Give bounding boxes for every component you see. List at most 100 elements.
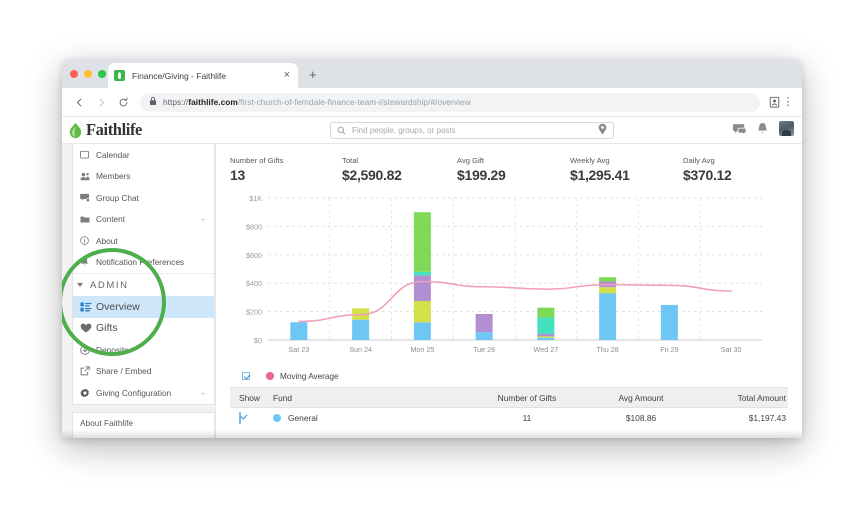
chart-canvas: $0 $200 $400 $600 $800 $1K Sat 23 Sun 24 Mon 25 T…: [246, 194, 762, 354]
sidebar-item-about[interactable]: About: [73, 230, 214, 252]
url-domain: faithlife.com: [188, 97, 238, 107]
row-number-of-gifts: 11: [522, 413, 532, 423]
search-input[interactable]: Find people, groups, or posts: [352, 126, 598, 135]
sidebar-item-label: Content: [96, 214, 126, 225]
admin-heading-label: ADMIN: [90, 279, 129, 291]
triangle-down-icon: [77, 283, 83, 287]
members-icon: [80, 172, 93, 181]
lock-icon: [149, 93, 157, 111]
favicon-icon: [114, 70, 125, 81]
browser-toolbar: https://faithlife.com/first-church-of-fe…: [62, 88, 802, 117]
chevron-down-icon[interactable]: ⌄: [200, 388, 206, 396]
page-body: Calendar Members Group Chat Content ⌄ Ab…: [62, 144, 802, 438]
tab-title: Finance/Giving - Faithlife: [132, 70, 227, 81]
sidebar: Calendar Members Group Chat Content ⌄ Ab…: [62, 144, 215, 438]
messages-icon[interactable]: [733, 123, 746, 135]
moving-average-checkbox[interactable]: [242, 372, 250, 380]
sidebar-item-notification-preferences[interactable]: Notification Preferences: [73, 252, 214, 274]
browser-window: Finance/Giving - Faithlife × + https://f…: [62, 59, 802, 438]
window-bottom-edge: [62, 431, 802, 438]
deposit-icon: [80, 344, 93, 355]
stat-value: $2,590.82: [342, 167, 402, 183]
header-actions: [733, 121, 794, 136]
svg-text:$200: $200: [246, 308, 262, 317]
sidebar-item-content[interactable]: Content ⌄: [73, 209, 214, 231]
browser-tab[interactable]: Finance/Giving - Faithlife ×: [108, 63, 298, 88]
profile-icon[interactable]: [766, 94, 782, 110]
location-pin-icon[interactable]: [598, 122, 607, 140]
global-search-box[interactable]: Find people, groups, or posts: [330, 122, 614, 139]
url-path: /first-church-of-ferndale-finance-team-i…: [237, 97, 471, 107]
back-icon[interactable]: [70, 93, 88, 111]
sidebar-item-giving-configuration[interactable]: Giving Configuration ⌄: [73, 382, 214, 404]
close-window-button[interactable]: [70, 70, 78, 78]
admin-section-header[interactable]: ADMIN: [73, 273, 214, 296]
row-show-checkbox[interactable]: [239, 412, 241, 424]
sidebar-item-deposits[interactable]: Deposits: [73, 339, 214, 361]
bell-icon: [80, 257, 93, 267]
forward-icon[interactable]: [92, 93, 110, 111]
sidebar-item-share-embed[interactable]: Share / Embed: [73, 361, 214, 383]
app-header: Faithlife Find people, groups, or posts: [62, 117, 802, 144]
svg-text:Tue 26: Tue 26: [473, 345, 495, 354]
browser-menu-icon[interactable]: ⋮: [782, 94, 794, 110]
sidebar-item-label: Calendar: [96, 149, 130, 160]
stat-label: Avg Gift: [457, 156, 485, 165]
stat-number-of-gifts: Number of Gifts 13: [230, 156, 342, 190]
svg-text:Sat 23: Sat 23: [288, 345, 309, 354]
stat-label: Number of Gifts: [230, 156, 284, 165]
stat-avg-gift: Avg Gift $199.29: [457, 156, 570, 190]
faithlife-logo[interactable]: Faithlife: [68, 120, 208, 140]
sidebar-item-group-chat[interactable]: Group Chat: [73, 187, 214, 209]
stat-value: 13: [230, 167, 245, 183]
table-row[interactable]: General 11 $108.86 $1,197.43: [230, 408, 788, 428]
flame-logo-icon: [69, 122, 82, 138]
chevron-down-icon[interactable]: ⌄: [200, 215, 206, 223]
web-page: Faithlife Find people, groups, or posts: [62, 117, 802, 438]
stat-label: Total: [342, 156, 359, 165]
row-avg-amount: $108.86: [625, 413, 657, 423]
new-tab-button[interactable]: +: [309, 68, 317, 81]
svg-text:Fri 29: Fri 29: [660, 345, 678, 354]
stat-daily-avg: Daily Avg $370.12: [683, 156, 783, 190]
stat-value: $1,295.41: [570, 167, 630, 183]
sidebar-item-label: Overview: [96, 300, 140, 313]
maximize-window-button[interactable]: [98, 70, 106, 78]
giving-chart[interactable]: $0 $200 $400 $600 $800 $1K Sat 23 Sun 24 Mon 25 T…: [230, 190, 788, 365]
svg-text:$600: $600: [246, 251, 262, 260]
browser-tab-strip: Finance/Giving - Faithlife × +: [62, 59, 802, 88]
svg-text:Wed 27: Wed 27: [534, 345, 559, 354]
main-content: Number of Gifts 13 Total $2,590.82 Avg G…: [215, 144, 802, 438]
sidebar-item-label: Members: [96, 171, 131, 182]
sidebar-item-gifts[interactable]: Gifts: [73, 318, 214, 340]
stat-label: Daily Avg: [683, 156, 715, 165]
close-tab-icon[interactable]: ×: [282, 70, 292, 81]
svg-text:Sat 30: Sat 30: [721, 345, 742, 354]
fund-name: General: [288, 413, 318, 423]
stat-value: $370.12: [683, 167, 732, 183]
fund-table: Show Fund Number of Gifts Avg Amount Tot…: [230, 387, 788, 428]
brand-name: Faithlife: [86, 120, 142, 139]
column-header-show: Show: [239, 392, 260, 403]
gear-icon: [80, 388, 93, 398]
avatar[interactable]: [779, 121, 794, 136]
sidebar-item-calendar[interactable]: Calendar: [73, 144, 214, 166]
list-icon: [80, 302, 93, 312]
sidebar-item-members[interactable]: Members: [73, 166, 214, 188]
folder-icon: [80, 215, 93, 224]
search-icon: [337, 122, 346, 140]
svg-text:Mon 25: Mon 25: [410, 345, 434, 354]
url-scheme: https://: [163, 97, 189, 107]
sidebar-item-overview[interactable]: Overview: [73, 296, 214, 318]
column-header-total-amount: Total Amount: [737, 392, 786, 403]
address-bar[interactable]: https://faithlife.com/first-church-of-fe…: [140, 92, 760, 112]
sidebar-item-label: Gifts: [96, 322, 118, 335]
notifications-bell-icon[interactable]: [757, 122, 768, 135]
sidebar-group-section: Calendar Members Group Chat Content ⌄ Ab…: [72, 144, 215, 405]
window-traffic-lights: [70, 70, 106, 78]
minimize-window-button[interactable]: [84, 70, 92, 78]
sidebar-item-label: Share / Embed: [96, 366, 152, 377]
svg-text:$0: $0: [254, 336, 262, 345]
reload-icon[interactable]: [114, 93, 132, 111]
sidebar-item-label: Group Chat: [96, 192, 139, 203]
